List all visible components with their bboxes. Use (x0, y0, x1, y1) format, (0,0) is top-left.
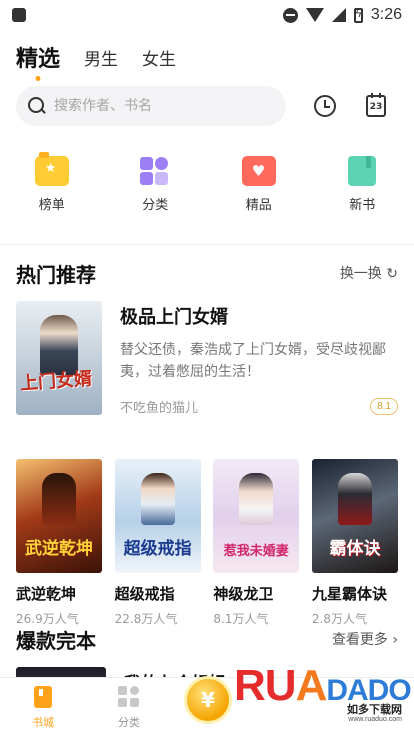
book-title: 武逆乾坤 (16, 585, 77, 603)
cover-title: 惹我未婚妻 (223, 544, 289, 559)
hot-section-header: 热门推荐 换一换 ↻ (0, 245, 414, 301)
cover-title: 武逆乾坤 (25, 539, 93, 559)
quick-nav-new[interactable]: 新书 (327, 156, 397, 238)
cover-title: 上门女婿 (19, 368, 93, 395)
cover-figure (140, 473, 175, 525)
heart-icon (241, 156, 276, 186)
refresh-button[interactable]: 换一换 ↻ (340, 263, 398, 283)
book-card[interactable]: 霸体诀 九星霸体诀 2.8万人气 (311, 459, 398, 626)
quick-nav-label: 新书 (349, 198, 376, 213)
calendar-icon[interactable]: 23 (366, 93, 386, 117)
cover-title: 超级戒指 (123, 539, 192, 559)
top-tabs: 精选 男生 女生 (0, 30, 414, 84)
book-popularity: 8.1万人气 (213, 612, 269, 626)
book-icon (348, 156, 377, 186)
quick-nav-premium[interactable]: 精品 (224, 156, 294, 238)
featured-book[interactable]: 上门女婿 极品上门女婿 替父还债，秦浩成了上门女婿，受尽歧视鄙夷，过着憋屈的生活… (0, 301, 414, 429)
nav-bookstore[interactable]: 书城 (0, 685, 86, 730)
book-card[interactable]: 超级戒指 超级戒指 22.8万人气 (114, 459, 201, 626)
nav-label: 书城 (32, 715, 54, 729)
watermark-subtitle: 如多下载网 (345, 701, 404, 717)
book-title: 九星霸体诀 (311, 585, 387, 603)
quick-nav-label: 分类 (142, 198, 169, 213)
battery-icon (353, 7, 363, 23)
cover-figure (42, 473, 76, 525)
watermark-part: A (295, 661, 328, 710)
view-more-button[interactable]: 查看更多 › (332, 629, 398, 649)
book-cover: 上门女婿 (16, 301, 102, 415)
signal-icon (331, 8, 346, 22)
book-cover: 武逆乾坤 (16, 459, 102, 573)
book-title: 极品上门女婿 (120, 307, 228, 328)
watermark-part: RU (234, 661, 297, 710)
search-input[interactable] (54, 98, 254, 114)
book-card[interactable]: 惹我未婚妻 神级龙卫 8.1万人气 (213, 459, 300, 626)
refresh-label: 换一换 (339, 266, 382, 282)
search-row: 23 (0, 84, 414, 128)
section-title: 爆款完本 (16, 628, 96, 653)
history-icon[interactable] (314, 95, 336, 117)
quick-nav-rank[interactable]: 榜单 (17, 152, 87, 238)
book-icon (34, 685, 52, 708)
quick-nav-label: 精品 (245, 198, 272, 213)
featured-meta: 不吃鱼的猫儿 8.1 (120, 397, 398, 416)
category-icon (138, 156, 172, 186)
tab-male[interactable]: 男生 (84, 45, 118, 70)
section-title: 热门推荐 (16, 262, 96, 287)
status-bar: 3:26 (0, 0, 414, 30)
book-author: 不吃鱼的猫儿 (120, 401, 199, 416)
quick-nav: 榜单 分类 精品 新书 (0, 128, 414, 238)
book-cover: 霸体诀 (311, 459, 398, 573)
do-not-disturb-icon (282, 7, 298, 23)
tab-female[interactable]: 女生 (142, 45, 176, 70)
notification-icon (12, 8, 26, 22)
watermark-url: www.ruaduo.com (348, 716, 402, 723)
search-icon (28, 97, 46, 115)
nav-category[interactable]: 分类 (86, 685, 172, 730)
status-icons: 3:26 (282, 6, 402, 24)
book-popularity: 22.8万人气 (114, 612, 178, 626)
refresh-icon: ↻ (386, 266, 398, 282)
cover-figure (239, 473, 274, 525)
cover-title: 霸体诀 (329, 539, 381, 559)
book-popularity: 2.8万人气 (311, 612, 368, 626)
book-card[interactable]: 武逆乾坤 武逆乾坤 26.9万人气 (16, 459, 102, 626)
book-cover: 惹我未婚妻 (213, 459, 300, 573)
score-badge: 8.1 (370, 398, 398, 415)
tab-featured[interactable]: 精选 (16, 41, 60, 73)
quick-nav-category[interactable]: 分类 (120, 156, 190, 238)
featured-info: 极品上门女婿 替父还债，秦浩成了上门女婿，受尽歧视鄙夷，过着憋屈的生活！ 不吃鱼… (102, 301, 398, 429)
search-box[interactable] (16, 86, 286, 126)
book-title: 超级戒指 (114, 585, 175, 603)
nav-label: 分类 (118, 715, 140, 729)
trophy-icon (34, 152, 69, 186)
watermark-logo: RUADADO 如多下载网 www.ruaduo.com (234, 661, 412, 731)
wifi-icon (305, 8, 324, 22)
status-time: 3:26 (370, 6, 402, 23)
book-title: 神级龙卫 (213, 585, 274, 603)
quick-nav-label: 榜单 (38, 198, 65, 213)
book-cover: 超级戒指 (114, 459, 201, 573)
grid-icon (118, 685, 140, 708)
coin-icon[interactable]: ¥ (184, 675, 232, 724)
view-more-label: 查看更多 (331, 632, 388, 648)
cover-figure (337, 473, 372, 525)
chevron-right-icon: › (392, 632, 398, 648)
book-grid: 武逆乾坤 武逆乾坤 26.9万人气 超级戒指 超级戒指 22.8万人气 惹我未婚… (0, 429, 414, 626)
book-description: 替父还债，秦浩成了上门女婿，受尽歧视鄙夷，过着憋屈的生活！ (120, 342, 386, 380)
